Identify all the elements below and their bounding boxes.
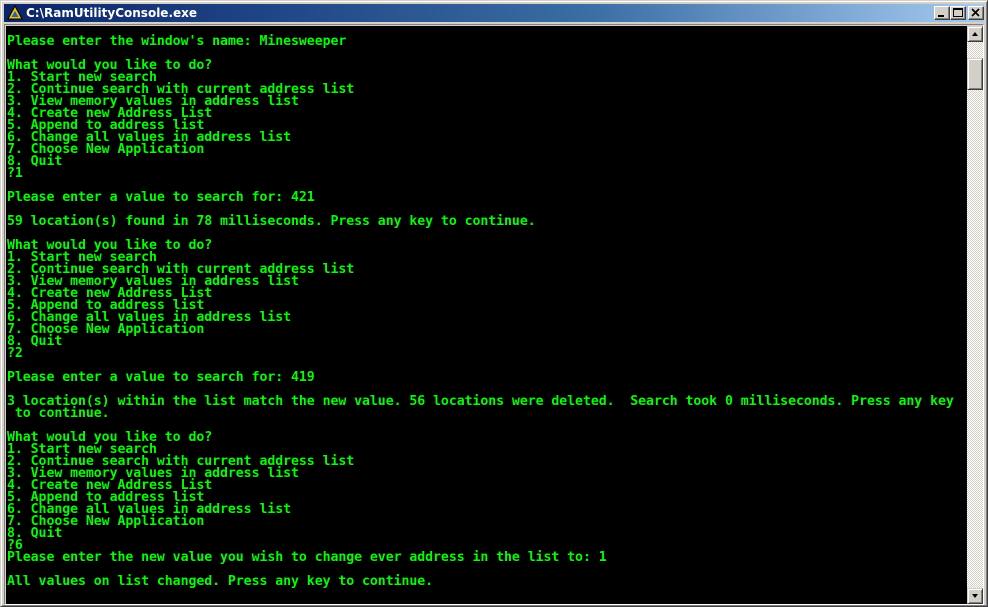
scrollbar-thumb[interactable] (967, 58, 983, 90)
console-line: ?2 (7, 346, 23, 361)
console-line: Please enter the new value you wish to c… (7, 550, 607, 565)
console-line: ?1 (7, 166, 23, 181)
title-bar[interactable]: C:\RamUtilityConsole.exe (4, 4, 984, 22)
scroll-up-button[interactable] (967, 26, 983, 42)
console-output-text: Please enter the window's name: Mineswee… (7, 34, 954, 589)
window-title: C:\RamUtilityConsole.exe (26, 6, 198, 20)
maximize-icon (953, 8, 963, 17)
close-icon (971, 8, 980, 17)
minimize-button[interactable] (934, 6, 950, 20)
console-app-icon[interactable] (7, 4, 23, 21)
vertical-scrollbar[interactable] (967, 26, 983, 604)
console-frame: Please enter the window's name: Mineswee… (4, 24, 984, 605)
scroll-down-button[interactable] (967, 588, 983, 604)
console-window: C:\RamUtilityConsole.exe Please enter th… (0, 0, 988, 607)
console-line: 59 location(s) found in 78 milliseconds.… (7, 214, 536, 229)
console-line: Please enter the window's name: Mineswee… (7, 34, 347, 49)
console-line: Please enter a value to search for: 421 (7, 190, 315, 205)
scroll-up-arrow-icon (972, 32, 978, 36)
console-output-area[interactable]: Please enter the window's name: Mineswee… (6, 26, 967, 604)
console-line: to continue. (7, 406, 110, 421)
console-line: 3 location(s) within the list match the … (7, 394, 954, 409)
maximize-button[interactable] (950, 6, 966, 20)
console-line: Please enter a value to search for: 419 (7, 370, 315, 385)
console-line: All values on list changed. Press any ke… (7, 574, 434, 589)
scroll-down-arrow-icon (972, 594, 978, 598)
minimize-icon (938, 15, 944, 17)
close-button[interactable] (968, 6, 984, 20)
